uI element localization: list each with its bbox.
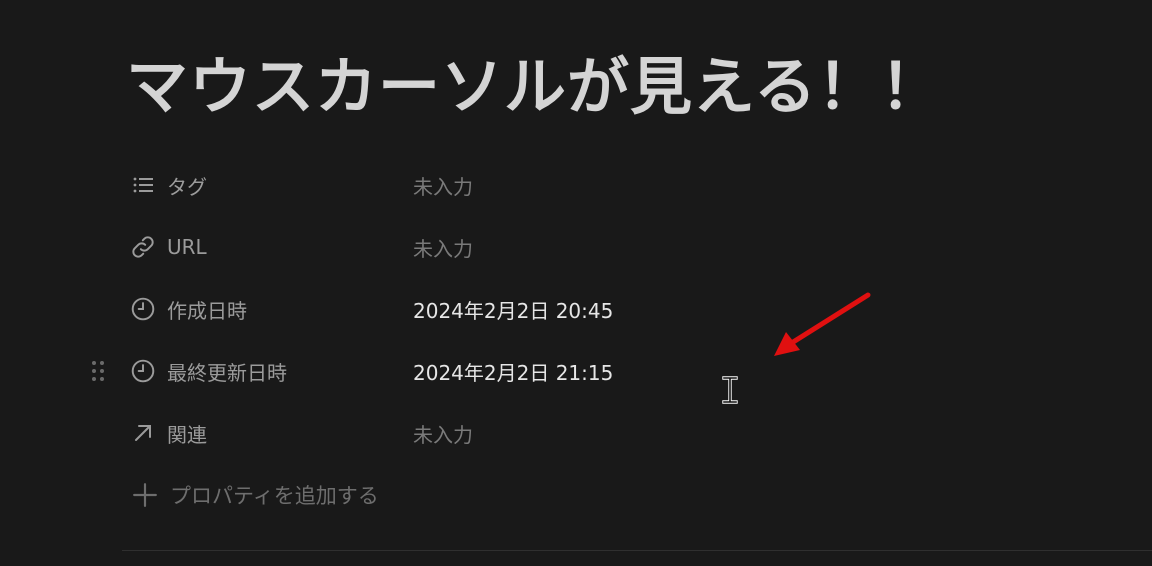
property-row-created-time[interactable]: 作成日時 2024年2月2日 20:45: [122, 278, 1152, 340]
property-label: タグ: [167, 174, 207, 199]
clock-icon: [130, 358, 156, 384]
text-cursor-icon: [722, 376, 738, 404]
property-label: URL: [167, 235, 207, 259]
property-label: 関連: [167, 422, 207, 447]
property-value-created-time: 2024年2月2日 20:45: [413, 298, 614, 323]
property-value-last-edited-time: 2024年2月2日 21:15: [413, 360, 614, 385]
property-label: 作成日時: [167, 298, 247, 323]
property-value-tag[interactable]: 未入力: [413, 171, 473, 200]
property-row-tag[interactable]: タグ 未入力: [122, 154, 1152, 216]
add-property-row[interactable]: プロパティを追加する: [122, 464, 1152, 526]
property-name-relation[interactable]: 関連: [130, 416, 207, 450]
property-name-last-edited-time[interactable]: 最終更新日時: [130, 354, 287, 388]
add-property-button[interactable]: プロパティを追加する: [130, 464, 379, 526]
list-icon: [130, 172, 156, 198]
notion-page: マウスカーソルが見える！！ タグ 未入力 URL 未入力 作成日時 2024年2…: [0, 0, 1152, 566]
plus-icon: [130, 480, 160, 510]
property-row-relation[interactable]: 関連 未入力: [122, 402, 1152, 464]
property-value-relation[interactable]: 未入力: [413, 419, 473, 448]
property-row-url[interactable]: URL 未入力: [122, 216, 1152, 278]
property-label: 最終更新日時: [167, 360, 287, 385]
page-title[interactable]: マウスカーソルが見える！！: [126, 44, 943, 130]
property-name-created-time[interactable]: 作成日時: [130, 292, 247, 326]
property-list: タグ 未入力 URL 未入力 作成日時 2024年2月2日 20:45 最終更新…: [92, 154, 1152, 526]
annotation-arrow-icon: [774, 292, 871, 356]
divider: [122, 550, 1152, 551]
property-row-last-edited-time[interactable]: 最終更新日時 2024年2月2日 21:15: [92, 340, 1152, 402]
property-name-tag[interactable]: タグ: [130, 168, 207, 202]
arrow-up-right-icon: [130, 420, 156, 446]
clock-icon: [130, 296, 156, 322]
drag-handle-icon[interactable]: [88, 357, 108, 385]
link-icon: [130, 234, 156, 260]
property-value-url[interactable]: 未入力: [413, 233, 473, 262]
property-name-url[interactable]: URL: [130, 230, 207, 264]
add-property-label: プロパティを追加する: [170, 484, 379, 508]
